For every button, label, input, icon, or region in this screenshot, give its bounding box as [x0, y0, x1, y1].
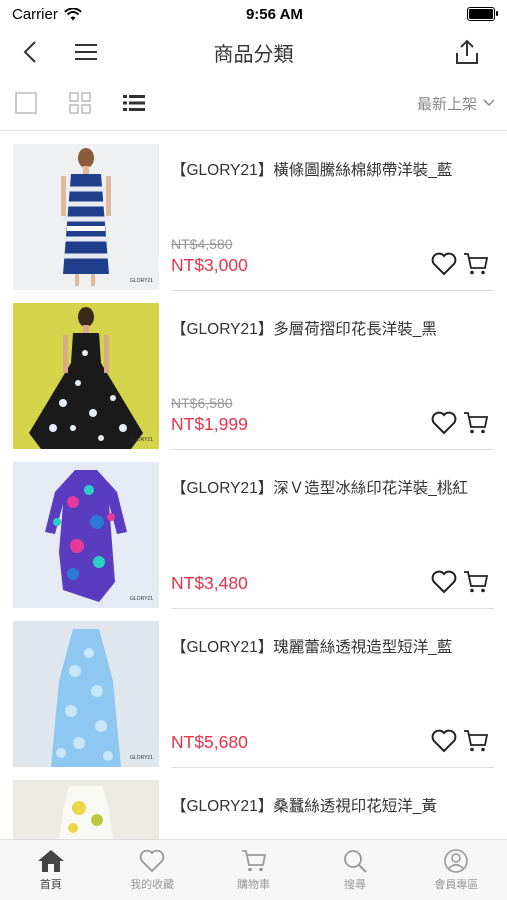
product-item[interactable]: GLORY21 【GLORY21】瑰麗蕾絲透視造型短洋_藍 NT$5,680	[0, 619, 507, 778]
share-icon	[456, 39, 478, 64]
tab-member[interactable]: 會員專區	[406, 840, 507, 900]
cart-icon	[464, 571, 489, 593]
product-name[interactable]: 【GLORY21】橫條圖騰絲棉綁帶洋裝_藍	[171, 158, 452, 180]
sort-label: 最新上架	[416, 95, 477, 113]
chevron-left-icon	[23, 41, 36, 63]
favorite-button[interactable]	[430, 409, 458, 437]
heart-icon	[139, 849, 165, 872]
product-list: GLORY21 【GLORY21】橫條圖騰絲棉綁帶洋裝_藍 NT$4,580 N…	[0, 142, 507, 840]
product-item[interactable]: GLORY21 【GLORY21】多層荷摺印花長洋裝_黑 NT$6,580 NT…	[0, 301, 507, 460]
product-name[interactable]: 【GLORY21】桑蠶絲透視印花短洋_黃	[171, 794, 437, 816]
grid-view-button[interactable]	[68, 91, 92, 115]
home-icon	[37, 849, 64, 872]
product-info: 【GLORY21】桑蠶絲透視印花短洋_黃	[171, 778, 494, 840]
square-icon	[15, 92, 37, 114]
user-icon	[444, 848, 469, 873]
tab-cart[interactable]: 購物車	[203, 840, 304, 900]
product-image[interactable]: GLORY21	[13, 303, 159, 449]
share-button[interactable]	[449, 34, 485, 70]
sale-price: NT$3,000	[171, 255, 248, 275]
cart-icon	[464, 253, 489, 275]
grid-icon	[69, 92, 91, 114]
tab-label: 我的收藏	[130, 878, 175, 891]
product-name[interactable]: 【GLORY21】多層荷摺印花長洋裝_黑	[171, 317, 437, 339]
carrier-label: Carrier	[12, 5, 58, 23]
status-bar: Carrier 9:56 AM	[0, 0, 507, 28]
tab-favorites[interactable]: 我的收藏	[101, 840, 202, 900]
original-price: NT$4,580	[171, 236, 233, 252]
tab-label: 搜尋	[343, 878, 366, 891]
heart-icon	[431, 729, 457, 753]
tab-label: 購物車	[237, 878, 271, 891]
product-item[interactable]: GLORY21 【GLORY21】深Ｖ造型冰絲印花洋裝_桃紅 NT$3,480	[0, 460, 507, 619]
product-image[interactable]: GLORY21	[13, 144, 159, 290]
product-image[interactable]	[13, 780, 159, 840]
tab-label: 首頁	[39, 878, 62, 891]
watermark-label: GLORY21	[130, 596, 153, 602]
list-view-button[interactable]	[122, 91, 146, 115]
heart-icon	[431, 252, 457, 276]
battery-icon	[467, 7, 498, 21]
search-icon	[344, 849, 367, 873]
view-toolbar: 最新上架	[0, 76, 507, 131]
product-info: 【GLORY21】深Ｖ造型冰絲印花洋裝_桃紅 NT$3,480	[171, 460, 494, 609]
tab-home[interactable]: 首頁	[0, 840, 101, 900]
nav-bar: 商品分類	[0, 28, 507, 76]
product-item[interactable]: 【GLORY21】桑蠶絲透視印花短洋_黃	[0, 778, 507, 840]
add-to-cart-button[interactable]	[462, 250, 490, 278]
watermark-label: GLORY21	[130, 755, 153, 761]
sale-price: NT$3,480	[171, 573, 248, 593]
chevron-down-icon	[483, 99, 495, 107]
add-to-cart-button[interactable]	[462, 727, 490, 755]
sale-price: NT$1,999	[171, 414, 248, 434]
heart-icon	[431, 411, 457, 435]
add-to-cart-button[interactable]	[462, 568, 490, 596]
product-item[interactable]: GLORY21 【GLORY21】橫條圖騰絲棉綁帶洋裝_藍 NT$4,580 N…	[0, 142, 507, 301]
tab-bar: 首頁 我的收藏 購物車 搜尋 會員專區	[0, 839, 507, 900]
back-button[interactable]	[12, 34, 48, 70]
product-image[interactable]: GLORY21	[13, 621, 159, 767]
single-view-button[interactable]	[14, 91, 38, 115]
tab-search[interactable]: 搜尋	[304, 840, 405, 900]
sort-dropdown[interactable]: 最新上架	[417, 93, 495, 114]
cart-icon	[241, 849, 266, 871]
product-name[interactable]: 【GLORY21】深Ｖ造型冰絲印花洋裝_桃紅	[171, 476, 468, 498]
wifi-icon	[64, 7, 82, 20]
product-info: 【GLORY21】橫條圖騰絲棉綁帶洋裝_藍 NT$4,580 NT$3,000	[171, 142, 494, 291]
favorite-button[interactable]	[430, 250, 458, 278]
cart-icon	[464, 412, 489, 434]
watermark-label: GLORY21	[130, 278, 153, 284]
product-image[interactable]: GLORY21	[13, 462, 159, 608]
heart-icon	[431, 570, 457, 594]
product-name[interactable]: 【GLORY21】瑰麗蕾絲透視造型短洋_藍	[171, 635, 452, 657]
menu-button[interactable]	[68, 34, 104, 70]
status-time: 9:56 AM	[245, 5, 303, 23]
favorite-button[interactable]	[430, 568, 458, 596]
favorite-button[interactable]	[430, 727, 458, 755]
hamburger-icon	[75, 44, 97, 60]
watermark-label: GLORY21	[130, 437, 153, 443]
sale-price: NT$5,680	[171, 732, 248, 752]
product-info: 【GLORY21】瑰麗蕾絲透視造型短洋_藍 NT$5,680	[171, 619, 494, 768]
list-icon	[123, 95, 145, 111]
product-info: 【GLORY21】多層荷摺印花長洋裝_黑 NT$6,580 NT$1,999	[171, 301, 494, 450]
original-price: NT$6,580	[171, 395, 233, 411]
tab-label: 會員專區	[434, 878, 479, 891]
add-to-cart-button[interactable]	[462, 409, 490, 437]
cart-icon	[464, 730, 489, 752]
